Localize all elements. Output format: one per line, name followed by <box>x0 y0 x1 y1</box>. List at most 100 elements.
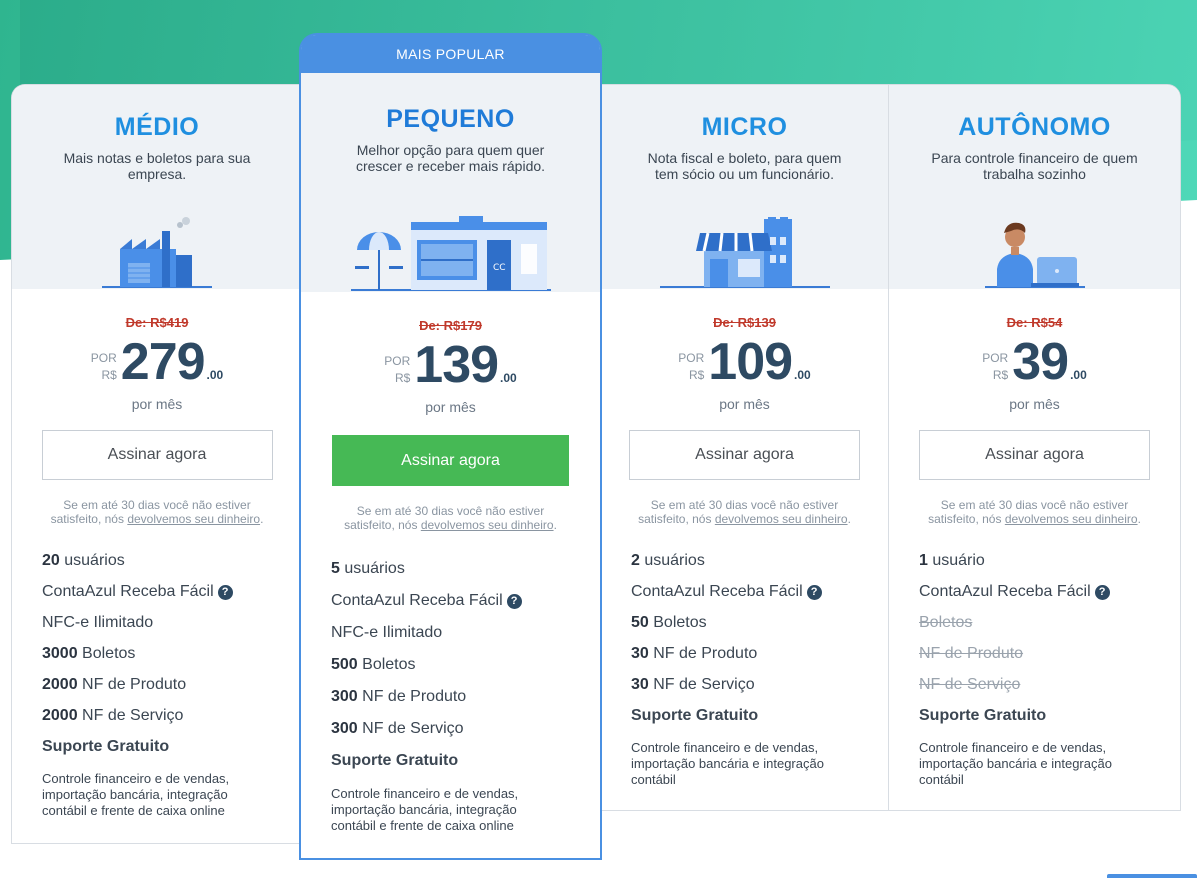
feature-list: 1 usuário ContaAzul Receba Fácil? Boleto… <box>919 552 1180 738</box>
price-cents: .00 <box>1070 368 1087 382</box>
price-prefix: POR <box>678 351 705 365</box>
plan-extra-info: Controle financeiro e de vendas, importa… <box>331 786 519 833</box>
feature-item: 3000 Boletos <box>42 645 136 662</box>
price-period: por mês <box>425 399 476 415</box>
refund-link[interactable]: devolvemos seu dinheiro <box>1005 512 1138 526</box>
price-value: 109 <box>708 333 793 391</box>
feature-item: ContaAzul Receba Fácil? <box>919 583 1180 614</box>
price-period: por mês <box>1009 396 1060 412</box>
feature-item: 2 usuários <box>631 552 705 569</box>
feature-item: 2000 NF de Serviço <box>42 707 184 724</box>
guarantee-end: . <box>1137 512 1141 526</box>
subscribe-button[interactable]: Assinar agora <box>629 430 860 480</box>
feature-item: ContaAzul Receba Fácil? <box>331 592 600 624</box>
person-laptop-icon <box>889 199 1180 289</box>
currency: R$ <box>992 368 1009 382</box>
guarantee-note: Se em até 30 dias você não estiver satis… <box>336 504 566 532</box>
svg-text:CC: CC <box>493 263 506 273</box>
feature-list: 5 usuários ContaAzul Receba Fácil? NFC-e… <box>331 560 600 784</box>
question-circle-icon[interactable]: ? <box>1094 585 1110 600</box>
price-prefix: POR <box>982 351 1009 365</box>
question-circle-icon[interactable]: ? <box>806 585 822 600</box>
feature-item: NFC-e Ilimitado <box>331 624 443 641</box>
price-value: 39 <box>1012 333 1069 391</box>
feature-item: 30 NF de Serviço <box>631 676 755 693</box>
feature-item: 1 usuário <box>919 552 985 569</box>
price-period: por mês <box>131 396 183 412</box>
feature-item: 5 usuários <box>331 560 405 577</box>
plan-extra-info: Controle financeiro e de vendas, importa… <box>42 771 230 818</box>
price: POR R$ 279 .00 <box>12 336 302 388</box>
feature-item-unavailable: NF de Serviço <box>919 676 1021 693</box>
feature-item: 50 Boletos <box>631 614 707 631</box>
feature-item: Suporte Gratuito <box>331 752 459 769</box>
feature-item: NFC-e Ilimitado <box>42 614 154 631</box>
old-price: De: R$139 <box>713 315 776 330</box>
price: POR R$ 109 .00 <box>601 336 888 388</box>
plan-title: MÉDIO <box>114 113 200 141</box>
old-price: De: R$419 <box>125 315 189 330</box>
plan-header: MICRO Nota fiscal e boleto, para quem te… <box>601 85 888 289</box>
feature-list: 20 usuários ContaAzul Receba Fácil? NFC-… <box>42 552 302 769</box>
plan-title: MICRO <box>701 113 788 141</box>
plan-title: PEQUENO <box>386 105 515 133</box>
feature-list: 2 usuários ContaAzul Receba Fácil? 50 Bo… <box>631 552 888 738</box>
plan-description: Nota fiscal e boleto, para quem tem sóci… <box>647 150 842 182</box>
plan-card-autonomo: AUTÔNOMO Para controle financeiro de que… <box>888 84 1181 811</box>
refund-link[interactable]: devolvemos seu dinheiro <box>127 512 260 526</box>
feature-item: 2000 NF de Produto <box>42 676 187 693</box>
feature-item: 500 Boletos <box>331 656 416 673</box>
price-value: 279 <box>120 333 206 391</box>
guarantee-end: . <box>553 518 557 532</box>
factory-icon <box>12 199 302 289</box>
old-price: De: R$179 <box>419 318 482 333</box>
price-value: 139 <box>414 336 499 394</box>
price-cents: .00 <box>206 368 224 382</box>
guarantee-note: Se em até 30 dias você não estiver satis… <box>920 498 1150 526</box>
guarantee-note: Se em até 30 dias você não estiver satis… <box>630 498 860 526</box>
currency: R$ <box>688 368 705 382</box>
subscribe-button[interactable]: Assinar agora <box>41 430 273 480</box>
old-price: De: R$54 <box>1006 315 1063 330</box>
feature-item: Suporte Gratuito <box>631 707 759 724</box>
currency: R$ <box>101 368 117 382</box>
plan-extra-info: Controle financeiro e de vendas, importa… <box>919 740 1112 787</box>
plan-description: Para controle financeiro de quem trabalh… <box>931 150 1138 182</box>
feature-item: ContaAzul Receba Fácil? <box>631 583 888 614</box>
feature-item: ContaAzul Receba Fácil? <box>42 583 302 614</box>
price: POR R$ 139 .00 <box>301 339 600 391</box>
refund-link[interactable]: devolvemos seu dinheiro <box>421 518 554 532</box>
plan-header: MÉDIO Mais notas e boletos para sua empr… <box>12 85 302 289</box>
store-with-umbrella-icon: CC <box>301 202 600 292</box>
feature-item-unavailable: Boletos <box>919 614 973 631</box>
feature-item: 20 usuários <box>42 552 125 569</box>
feature-item: 30 NF de Produto <box>631 645 758 662</box>
plan-description: Mais notas e boletos para sua empresa. <box>63 150 251 182</box>
price: POR R$ 39 .00 <box>889 336 1180 388</box>
feature-item-unavailable: NF de Produto <box>919 645 1024 662</box>
price-period: por mês <box>719 396 770 412</box>
guarantee-end: . <box>847 512 851 526</box>
plan-title: AUTÔNOMO <box>958 113 1111 141</box>
plan-description: Melhor opção para quem quer crescer e re… <box>355 142 546 174</box>
feature-item: 300 NF de Serviço <box>331 720 464 737</box>
question-circle-icon[interactable]: ? <box>217 585 233 600</box>
refund-link[interactable]: devolvemos seu dinheiro <box>715 512 848 526</box>
floating-button-edge[interactable] <box>1107 874 1197 878</box>
subscribe-button[interactable]: Assinar agora <box>332 435 569 486</box>
subscribe-button[interactable]: Assinar agora <box>919 430 1150 480</box>
plan-card-medio: MÉDIO Mais notas e boletos para sua empr… <box>11 84 302 844</box>
guarantee-note: Se em até 30 dias você não estiver satis… <box>42 498 272 526</box>
feature-item: 300 NF de Produto <box>331 688 467 705</box>
guarantee-end: . <box>260 512 264 526</box>
popular-badge: MAIS POPULAR <box>301 35 600 73</box>
currency: R$ <box>394 371 411 385</box>
plan-header: PEQUENO Melhor opção para quem quer cres… <box>301 73 600 292</box>
plan-header: AUTÔNOMO Para controle financeiro de que… <box>889 85 1180 289</box>
price-prefix: POR <box>90 351 117 365</box>
shop-awning-icon <box>601 199 888 289</box>
question-circle-icon[interactable]: ? <box>506 594 522 609</box>
plan-card-pequeno: MAIS POPULAR PEQUENO Melhor opção para q… <box>299 33 602 860</box>
price-cents: .00 <box>794 368 811 382</box>
feature-item: Suporte Gratuito <box>919 707 1047 724</box>
